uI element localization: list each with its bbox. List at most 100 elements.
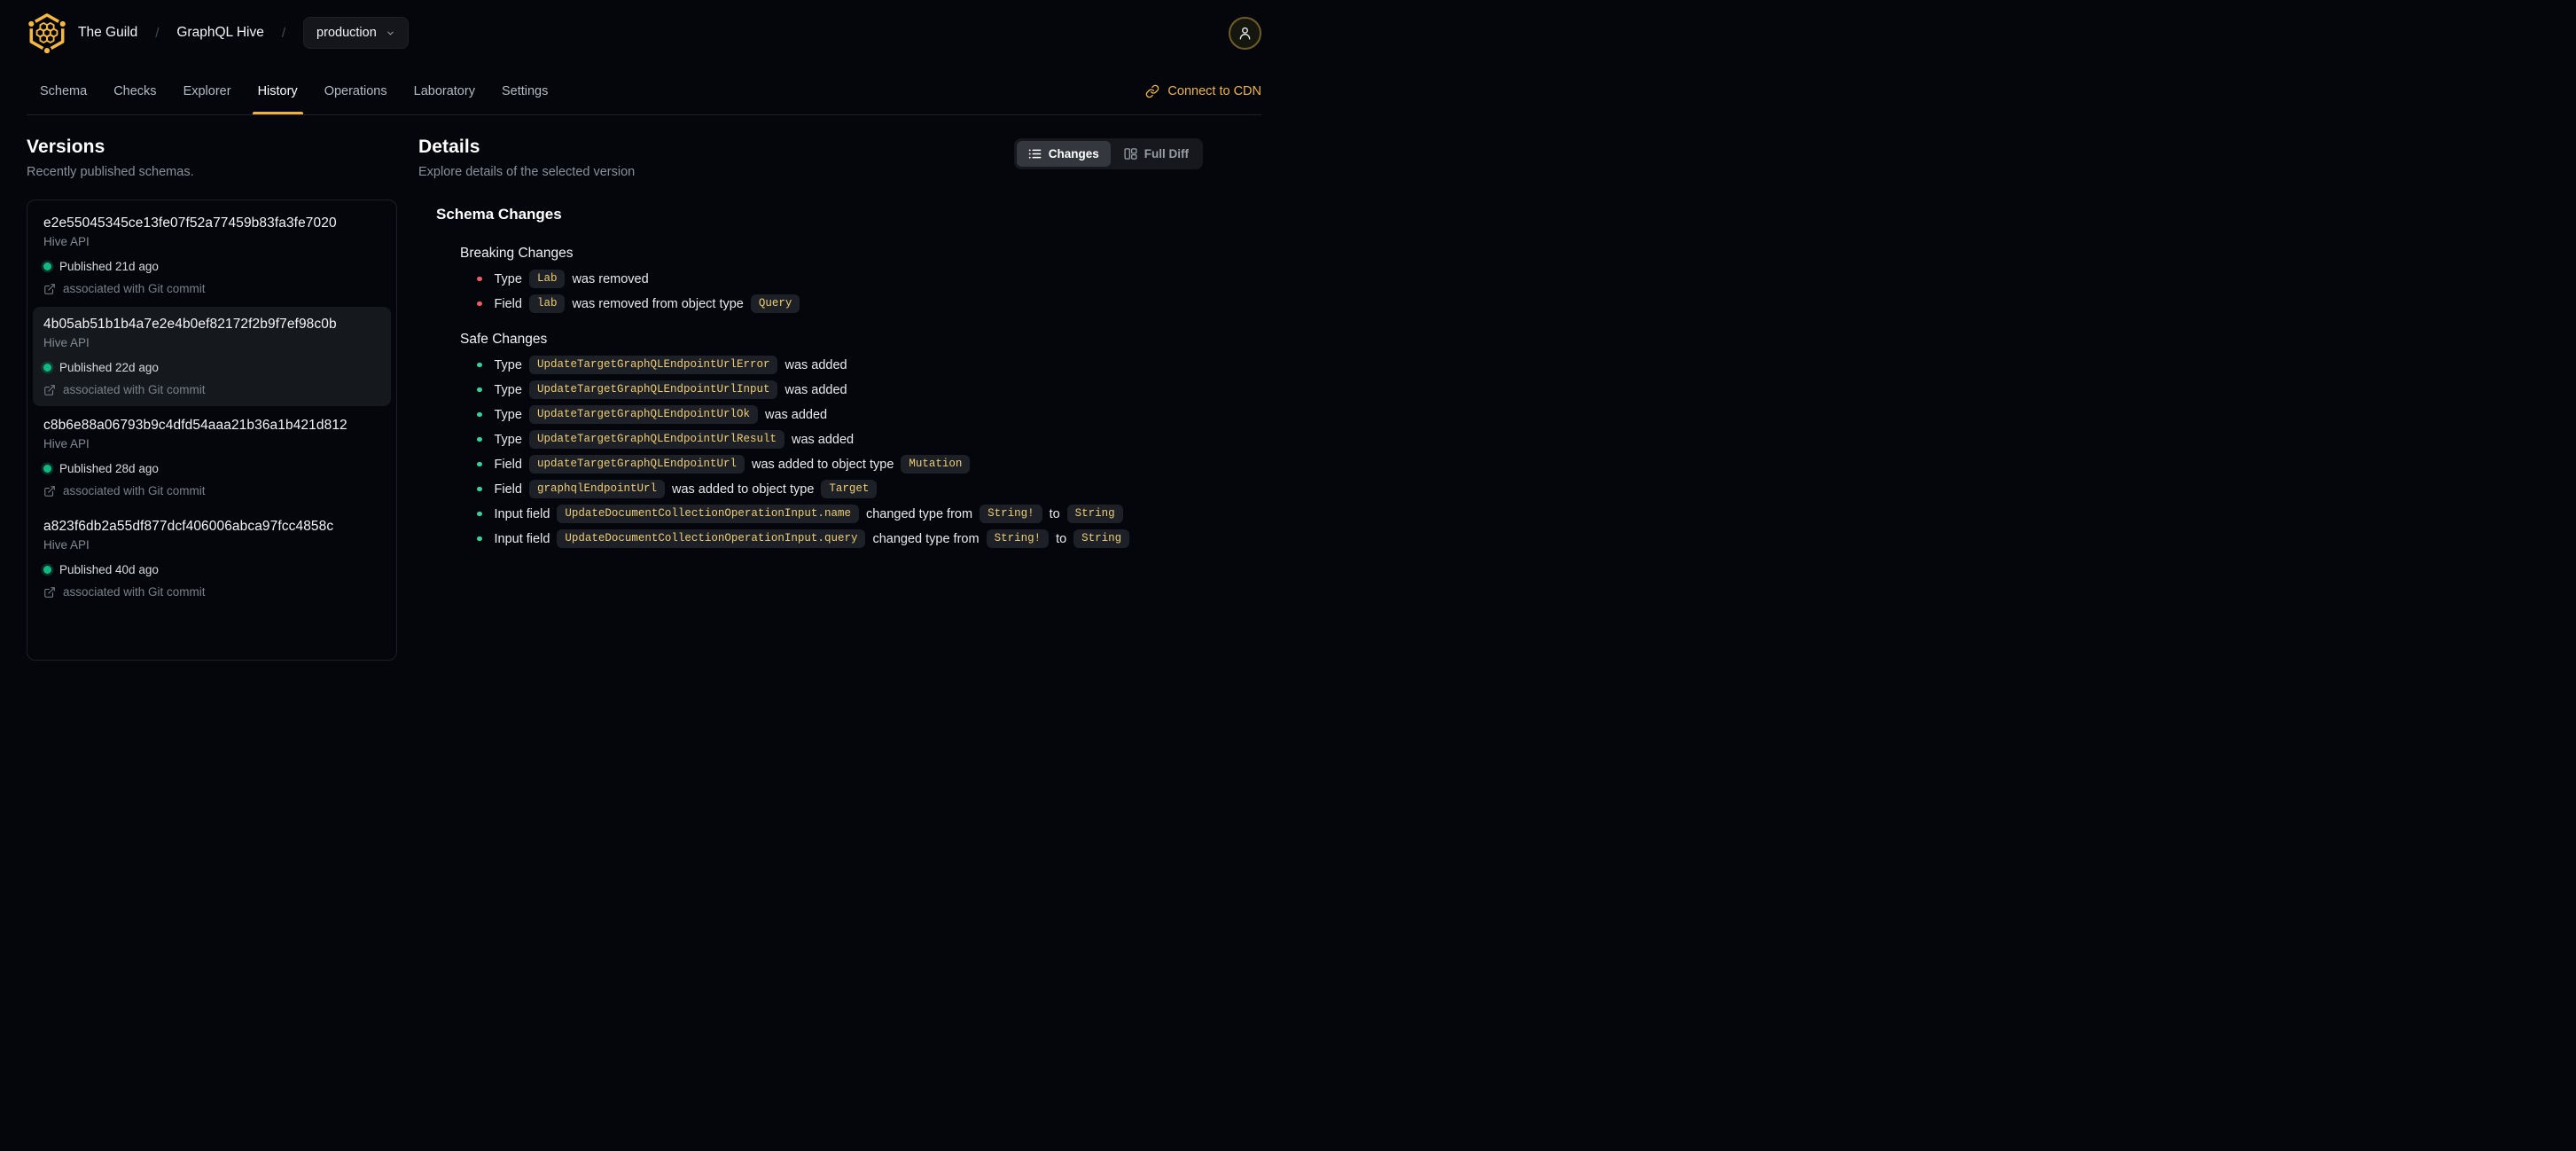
git-commit-label: associated with Git commit bbox=[63, 585, 206, 599]
version-hash: 4b05ab51b1b4a7e2e4b0ef82172f2b9f7ef98c0b bbox=[43, 317, 337, 332]
git-commit-link[interactable]: associated with Git commit bbox=[43, 484, 380, 497]
top-bar: The Guild / GraphQL Hive / production Sc… bbox=[0, 0, 1288, 115]
main-content: Versions Recently published schemas. e2e… bbox=[0, 115, 1288, 661]
user-avatar[interactable] bbox=[1229, 16, 1261, 50]
tab-explorer[interactable]: Explorer bbox=[170, 55, 245, 114]
change-text: was added to object type bbox=[751, 457, 894, 472]
change-text: was added bbox=[791, 432, 855, 447]
versions-subtitle: Recently published schemas. bbox=[27, 165, 194, 179]
person-icon bbox=[1239, 27, 1251, 40]
nav-tab-bar: Schema Checks Explorer History Operation… bbox=[27, 55, 1261, 115]
details-title: Details bbox=[418, 137, 480, 157]
change-text: Input field bbox=[494, 531, 550, 546]
code-chip: Mutation bbox=[901, 455, 971, 474]
tab-checks[interactable]: Checks bbox=[100, 55, 169, 114]
tab-laboratory[interactable]: Laboratory bbox=[401, 55, 488, 114]
split-columns-icon bbox=[1124, 148, 1137, 160]
versions-list: e2e55045345ce13fe07f52a77459b83fa3fe7020… bbox=[27, 200, 397, 661]
nav-tabs: Schema Checks Explorer History Operation… bbox=[27, 55, 561, 114]
changes-view-button[interactable]: Changes bbox=[1016, 141, 1111, 167]
hive-honeycomb-logo-icon bbox=[27, 13, 67, 53]
version-service-name: Hive API bbox=[43, 235, 90, 248]
git-commit-label: associated with Git commit bbox=[63, 383, 206, 396]
version-published-row: Published 40d ago bbox=[43, 563, 380, 576]
change-item: Type UpdateTargetGraphQLEndpointUrlOk was … bbox=[460, 405, 1203, 424]
change-text-segments: Input field UpdateDocumentCollectionOpera… bbox=[495, 529, 1130, 548]
change-text: Type bbox=[494, 407, 522, 422]
change-text: changed type from bbox=[872, 531, 980, 546]
code-chip: UpdateDocumentCollectionOperationInput.q… bbox=[557, 529, 866, 548]
git-commit-link[interactable]: associated with Git commit bbox=[43, 383, 380, 396]
tab-label: Laboratory bbox=[413, 83, 475, 98]
safe-changes-list: Type UpdateTargetGraphQLEndpointUrlError w… bbox=[460, 356, 1203, 548]
version-published-label: Published 40d ago bbox=[59, 563, 159, 576]
code-chip: String! bbox=[986, 529, 1050, 548]
change-text: was removed bbox=[572, 271, 649, 286]
bullet-dot bbox=[477, 387, 482, 393]
target-selector-dropdown[interactable]: production bbox=[303, 17, 409, 49]
details-subtitle: Explore details of the selected version bbox=[418, 165, 636, 179]
safe-changes-section: Safe Changes Type UpdateTargetGraphQLEndp… bbox=[460, 332, 1203, 548]
breadcrumb-separator: / bbox=[155, 25, 160, 41]
breadcrumb-project[interactable]: GraphQL Hive bbox=[176, 25, 264, 41]
tab-label: Settings bbox=[501, 83, 549, 98]
code-chip: UpdateTargetGraphQLEndpointUrlError bbox=[528, 356, 778, 374]
version-list-item[interactable]: e2e55045345ce13fe07f52a77459b83fa3fe7020… bbox=[33, 206, 391, 305]
version-hash: e2e55045345ce13fe07f52a77459b83fa3fe7020 bbox=[43, 215, 337, 231]
tab-history[interactable]: History bbox=[245, 55, 311, 114]
list-icon bbox=[1028, 149, 1042, 159]
change-text: Field bbox=[494, 296, 522, 311]
connect-to-cdn-label: Connect to CDN bbox=[1167, 83, 1261, 98]
code-chip: UpdateTargetGraphQLEndpointUrlOk bbox=[528, 405, 758, 424]
bullet-dot bbox=[477, 301, 482, 307]
schema-changes-title: Schema Changes bbox=[436, 206, 562, 223]
bullet-dot bbox=[477, 411, 482, 418]
code-chip: Target bbox=[821, 480, 878, 498]
code-chip: Lab bbox=[528, 270, 566, 288]
change-item: Type UpdateTargetGraphQLEndpointUrlError w… bbox=[460, 356, 1203, 374]
target-selector-value: production bbox=[316, 26, 377, 40]
code-chip: String! bbox=[980, 505, 1042, 523]
breaking-changes-list: Type Lab was removed Field lab was removed fr… bbox=[460, 270, 1203, 313]
tab-schema[interactable]: Schema bbox=[27, 55, 100, 114]
published-status-dot bbox=[43, 262, 51, 270]
change-text: Type bbox=[494, 357, 522, 372]
change-text: Type bbox=[494, 432, 522, 447]
bullet-dot bbox=[477, 536, 482, 542]
breadcrumb-separator: / bbox=[281, 25, 286, 41]
version-list-item[interactable]: 4b05ab51b1b4a7e2e4b0ef82172f2b9f7ef98c0b… bbox=[33, 307, 391, 406]
view-toggle-group: Changes Full Diff bbox=[1013, 138, 1203, 169]
version-list-item[interactable]: c8b6e88a06793b9c4dfd54aaa21b36a1b421d812… bbox=[33, 408, 391, 507]
hive-logo[interactable] bbox=[27, 12, 67, 53]
change-text: changed type from bbox=[865, 506, 973, 521]
change-text-segments: Field updateTargetGraphQLEndpointUrl was a… bbox=[495, 455, 971, 474]
change-text-segments: Input field UpdateDocumentCollectionOpera… bbox=[495, 505, 1123, 523]
git-commit-link[interactable]: associated with Git commit bbox=[43, 585, 380, 599]
version-published-row: Published 21d ago bbox=[43, 260, 380, 273]
tab-label: Schema bbox=[40, 83, 88, 98]
change-item: Input field UpdateDocumentCollectionOpera… bbox=[460, 529, 1203, 548]
connect-to-cdn-button[interactable]: Connect to CDN bbox=[1145, 55, 1261, 114]
breadcrumb-row: The Guild / GraphQL Hive / production bbox=[27, 11, 1261, 55]
version-hash: c8b6e88a06793b9c4dfd54aaa21b36a1b421d812 bbox=[43, 418, 347, 433]
breaking-changes-title: Breaking Changes bbox=[460, 246, 574, 261]
version-service-name: Hive API bbox=[43, 437, 90, 450]
version-list-item[interactable]: a823f6db2a55df877dcf406006abca97fcc4858c… bbox=[33, 509, 391, 608]
change-item: Field lab was removed from object type Quer… bbox=[460, 294, 1203, 313]
published-status-dot bbox=[43, 566, 51, 574]
git-commit-link[interactable]: associated with Git commit bbox=[43, 282, 380, 295]
change-text-segments: Field lab was removed from object type Quer… bbox=[495, 294, 800, 313]
code-chip: graphqlEndpointUrl bbox=[528, 480, 665, 498]
external-link-icon bbox=[44, 384, 55, 395]
code-chip: Query bbox=[750, 294, 800, 313]
tab-label: Checks bbox=[113, 83, 157, 98]
versions-title: Versions bbox=[27, 137, 105, 157]
breaking-changes-section: Breaking Changes Type Lab was removed Field… bbox=[460, 246, 1203, 313]
bullet-dot bbox=[477, 436, 482, 442]
change-text: Field bbox=[494, 457, 522, 472]
tab-operations[interactable]: Operations bbox=[311, 55, 401, 114]
full-diff-view-button[interactable]: Full Diff bbox=[1112, 141, 1200, 167]
tab-settings[interactable]: Settings bbox=[488, 55, 561, 114]
change-text: was added to object type bbox=[671, 482, 815, 497]
breadcrumb-org[interactable]: The Guild bbox=[78, 25, 137, 41]
